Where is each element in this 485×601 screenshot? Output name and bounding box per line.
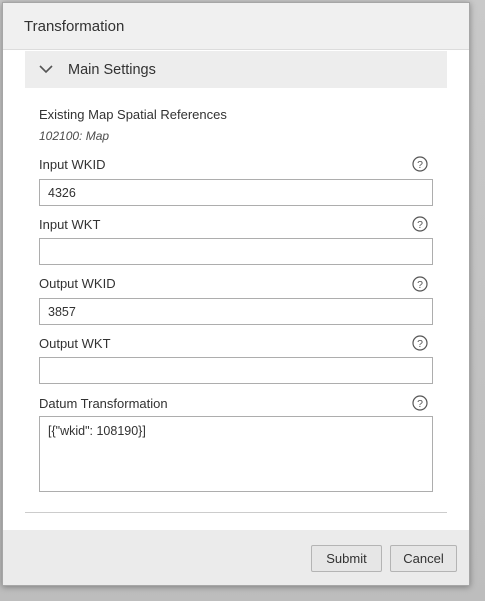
- dialog-header: Transformation: [3, 3, 469, 50]
- input-wkt-field[interactable]: [39, 238, 433, 265]
- question-circle-icon[interactable]: ?: [412, 335, 428, 351]
- question-circle-icon[interactable]: ?: [412, 156, 428, 172]
- question-circle-icon[interactable]: ?: [412, 216, 428, 232]
- output-wkt-label: Output WKT: [39, 336, 111, 351]
- datum-transformation-label: Datum Transformation: [39, 396, 168, 411]
- chevron-down-icon: [39, 65, 53, 74]
- svg-text:?: ?: [417, 279, 423, 291]
- output-wkid-label: Output WKID: [39, 276, 116, 291]
- cancel-button[interactable]: Cancel: [390, 545, 457, 572]
- svg-text:?: ?: [417, 398, 423, 410]
- divider: [25, 512, 447, 513]
- main-settings-toggle[interactable]: Main Settings: [25, 51, 447, 88]
- svg-text:?: ?: [417, 338, 423, 350]
- output-wkid-field[interactable]: 3857: [39, 298, 433, 325]
- input-wkid-field[interactable]: 4326: [39, 179, 433, 206]
- section-title: Main Settings: [68, 62, 156, 78]
- input-wkid-label: Input WKID: [39, 157, 106, 172]
- transformation-dialog: Transformation Main Settings Existing Ma…: [2, 2, 470, 586]
- input-wkt-label: Input WKT: [39, 217, 101, 232]
- svg-text:?: ?: [417, 219, 423, 231]
- submit-button[interactable]: Submit: [311, 545, 382, 572]
- spatial-references-label: Existing Map Spatial References: [39, 107, 227, 122]
- svg-text:?: ?: [417, 159, 423, 171]
- dialog-title: Transformation: [24, 18, 125, 35]
- datum-transformation-textarea[interactable]: [{"wkid": 108190}]: [39, 416, 433, 492]
- question-circle-icon[interactable]: ?: [412, 276, 428, 292]
- question-circle-icon[interactable]: ?: [412, 395, 428, 411]
- output-wkt-field[interactable]: [39, 357, 433, 384]
- spatial-references-value: 102100: Map: [39, 129, 110, 143]
- dialog-footer: Submit Cancel: [3, 530, 469, 585]
